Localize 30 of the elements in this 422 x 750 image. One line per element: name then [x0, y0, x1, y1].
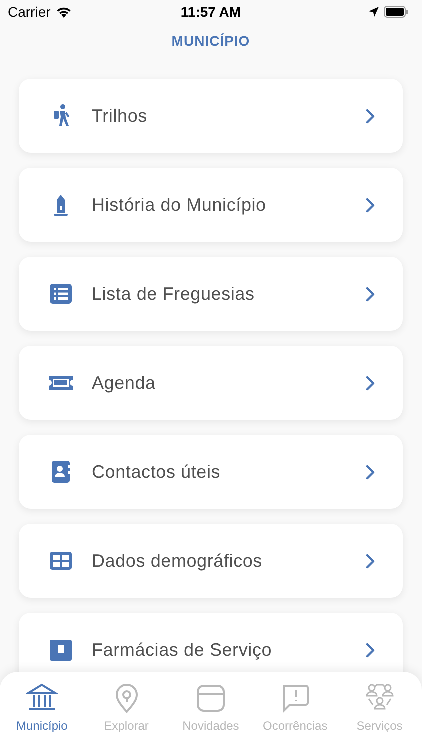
carrier-text: Carrier	[8, 4, 51, 20]
menu-card[interactable]: Contactos úteis	[19, 435, 403, 509]
location-arrow-icon	[369, 7, 379, 17]
menu-card[interactable]: Trilhos	[19, 79, 403, 153]
chevron-right-icon	[366, 376, 375, 390]
menu-card[interactable]: Farmácias de Serviço	[19, 613, 403, 672]
clock-text: 11:57 AM	[180, 4, 242, 20]
menu-card[interactable]: História do Município	[19, 168, 403, 242]
battery-icon	[384, 6, 408, 18]
chevron-right-icon	[366, 554, 375, 568]
chevron-right-icon	[366, 642, 375, 658]
chevron-right-icon	[366, 198, 375, 212]
menu-label: Dados demográficos	[92, 550, 264, 572]
menu-card[interactable]: Agenda	[19, 346, 403, 420]
chevron-right-icon	[366, 108, 375, 124]
menu-card[interactable]: Dados demográficos	[19, 524, 403, 598]
menu-label: História do Município	[92, 194, 268, 216]
chevron-right-icon	[366, 286, 375, 302]
menu-label: Trilhos	[92, 106, 148, 126]
menu-label: Farmácias de Serviço	[92, 640, 274, 660]
tab[interactable]: Município	[2, 682, 82, 750]
page-title: MUNICÍPIO	[172, 33, 250, 49]
menu-label: Agenda	[92, 372, 157, 394]
list-icon	[48, 281, 74, 307]
chevron-right-icon	[366, 464, 375, 480]
menu-label: Contactos úteis	[92, 462, 222, 482]
menu-card[interactable]: Lista de Freguesias	[19, 257, 403, 331]
calendar-icon	[194, 682, 227, 714]
wifi-icon	[56, 6, 72, 18]
menu-label: Lista de Freguesias	[92, 284, 256, 304]
